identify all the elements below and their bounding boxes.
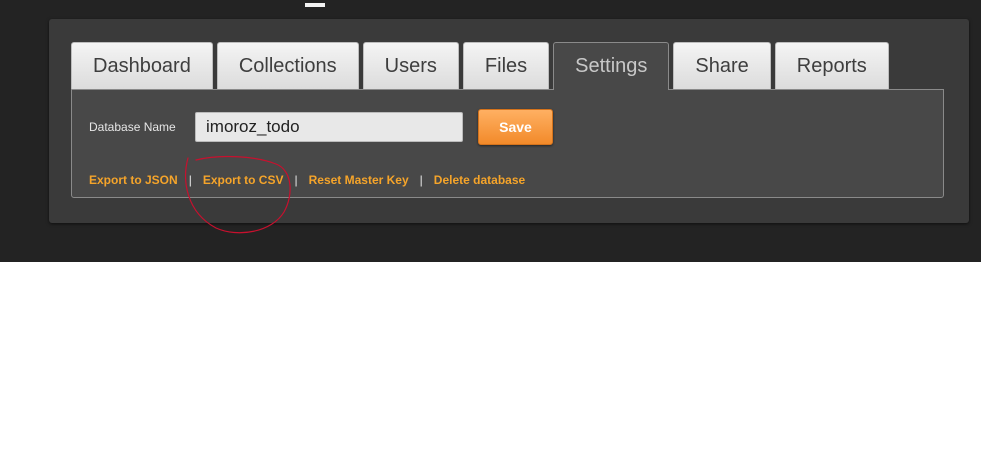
- top-bar-fragment: [305, 3, 325, 7]
- tab-bar: Dashboard Collections Users Files Settin…: [71, 42, 889, 90]
- export-json-link[interactable]: Export to JSON: [89, 173, 178, 187]
- action-separator: |: [419, 173, 423, 187]
- tab-reports[interactable]: Reports: [774, 42, 889, 89]
- export-csv-link[interactable]: Export to CSV: [203, 173, 284, 187]
- database-name-input[interactable]: [195, 112, 463, 142]
- tab-users[interactable]: Users: [362, 42, 459, 89]
- tab-files[interactable]: Files: [462, 42, 550, 89]
- tab-collections[interactable]: Collections: [216, 42, 359, 89]
- reset-master-key-link[interactable]: Reset Master Key: [309, 173, 409, 187]
- action-separator: |: [188, 173, 192, 187]
- settings-content: Database Name Save Export to JSON | Expo…: [71, 89, 944, 198]
- delete-database-link[interactable]: Delete database: [434, 173, 525, 187]
- save-button[interactable]: Save: [478, 109, 553, 145]
- database-name-label: Database Name: [89, 120, 176, 134]
- database-actions: Export to JSON | Export to CSV | Reset M…: [89, 173, 525, 187]
- action-separator: |: [294, 173, 298, 187]
- tab-dashboard[interactable]: Dashboard: [71, 42, 213, 89]
- tab-share[interactable]: Share: [673, 42, 771, 89]
- tab-settings[interactable]: Settings: [553, 42, 670, 90]
